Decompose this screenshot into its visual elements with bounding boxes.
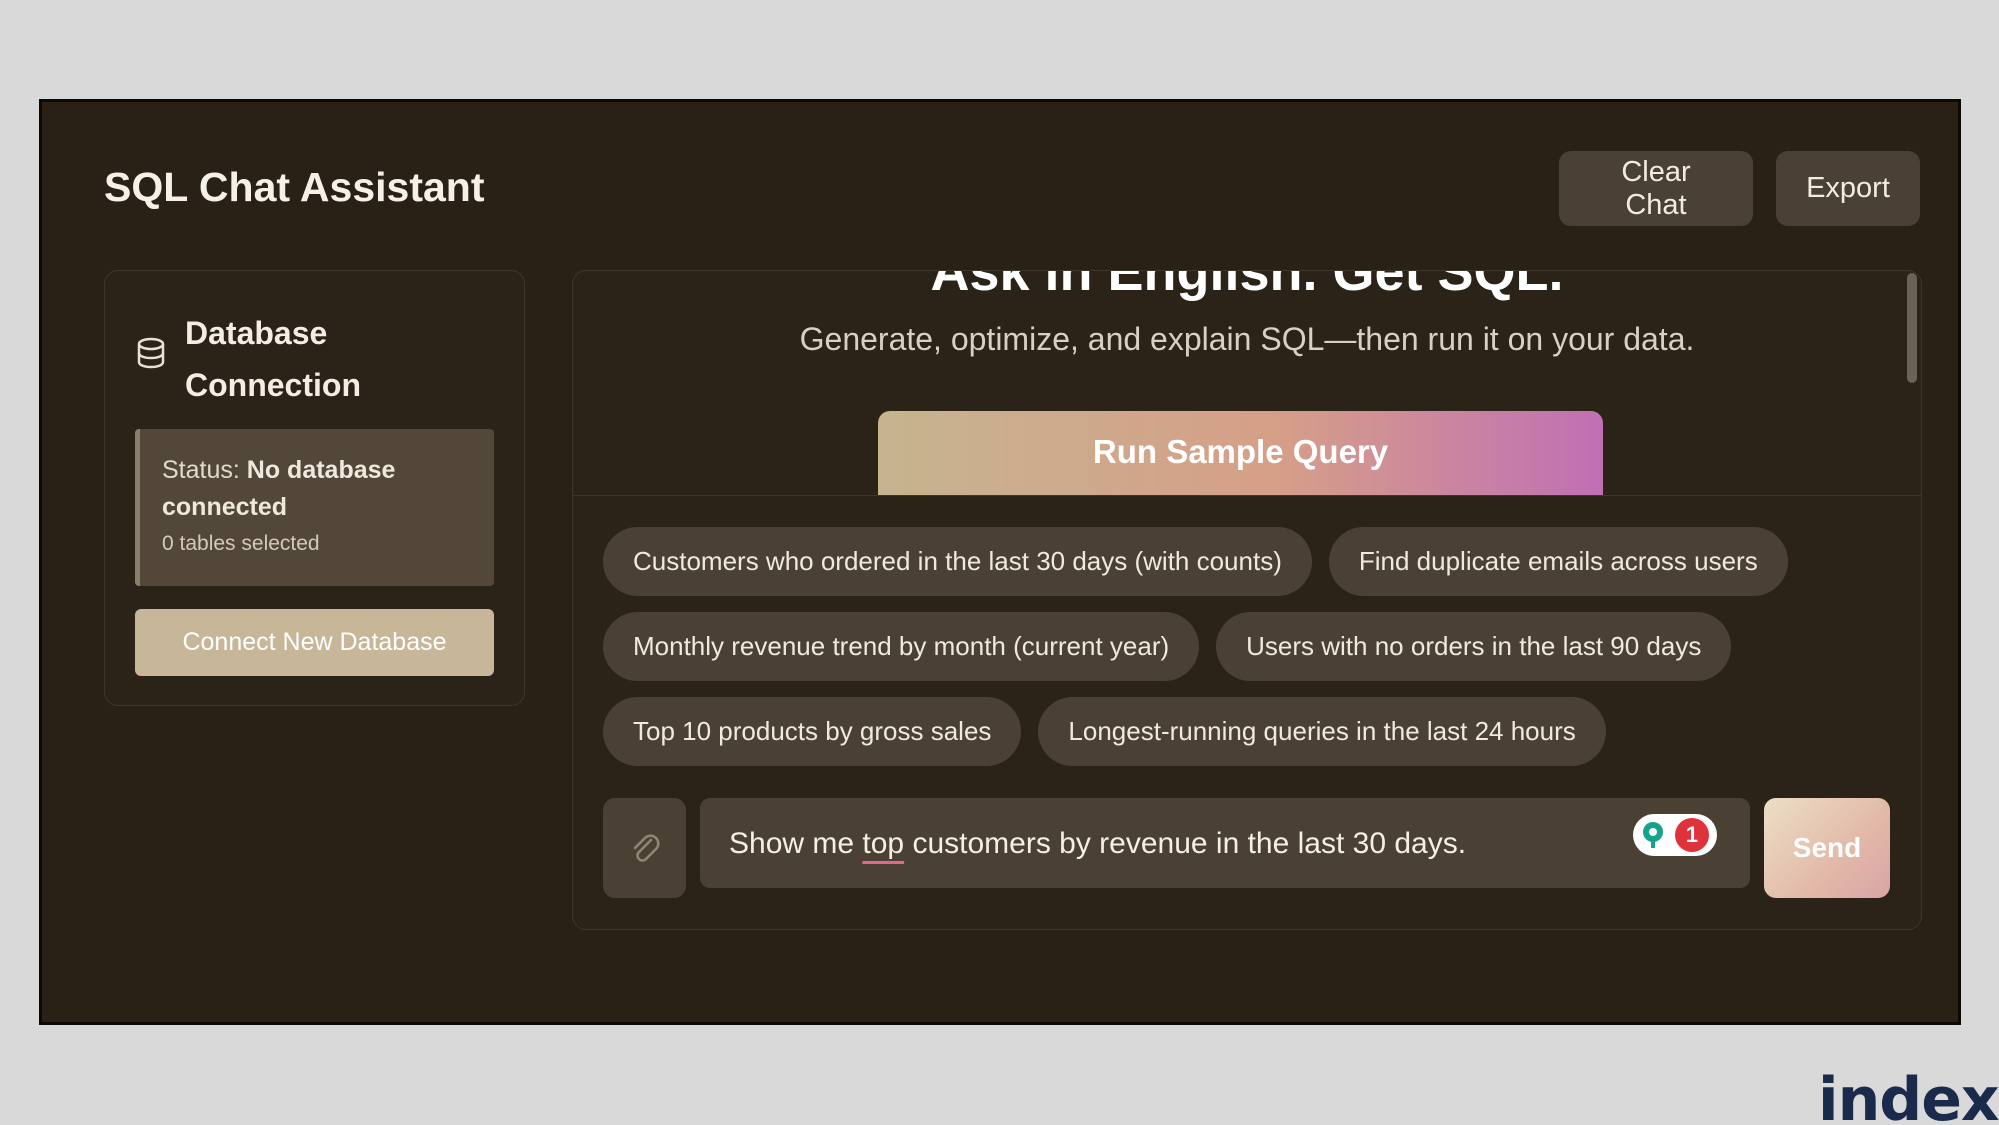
query-text-end: customers by revenue in the last 30 days… bbox=[904, 827, 1467, 860]
status-line: Status: No database connected bbox=[162, 452, 472, 526]
query-text-start: Show me bbox=[729, 827, 863, 860]
status-label: Status: bbox=[162, 456, 240, 484]
suggestion-chip[interactable]: Longest-running queries in the last 24 h… bbox=[1038, 697, 1606, 766]
chat-panel: Ask in English. Get SQL. Generate, optim… bbox=[572, 270, 1922, 930]
hero-section: Ask in English. Get SQL. Generate, optim… bbox=[573, 271, 1921, 496]
suggestion-chip[interactable]: Customers who ordered in the last 30 day… bbox=[603, 527, 1312, 596]
connection-status-box: Status: No database connected 0 tables s… bbox=[135, 429, 494, 586]
suggestion-chip[interactable]: Find duplicate emails across users bbox=[1328, 527, 1788, 596]
database-icon bbox=[137, 337, 165, 369]
suggestion-chip[interactable]: Monthly revenue trend by month (current … bbox=[603, 612, 1200, 681]
header: SQL Chat Assistant Clear Chat Export bbox=[42, 102, 1958, 277]
app-title: SQL Chat Assistant bbox=[104, 164, 485, 210]
hero-subtitle: Generate, optimize, and explain SQL—then… bbox=[799, 321, 1695, 357]
suggestion-chips: Customers who ordered in the last 30 day… bbox=[603, 527, 1843, 782]
clear-chat-button[interactable]: Clear Chat bbox=[1559, 151, 1753, 226]
suggestion-chip[interactable]: Users with no orders in the last 90 days bbox=[1216, 612, 1732, 681]
flagged-word[interactable]: top bbox=[862, 827, 904, 860]
lightbulb-icon bbox=[1643, 822, 1663, 848]
brand-text: index bbox=[1818, 1065, 1999, 1125]
grammar-issue-count: 1 bbox=[1675, 818, 1709, 852]
tables-selected-count: 0 tables selected bbox=[162, 532, 320, 555]
query-input-text[interactable]: Show me top customers by revenue in the … bbox=[729, 827, 1466, 861]
query-input[interactable]: Show me top customers by revenue in the … bbox=[700, 798, 1750, 888]
brand-logo: index. bbox=[1818, 1065, 1999, 1125]
attach-button[interactable] bbox=[603, 798, 686, 898]
database-connection-title: Database Connection bbox=[185, 315, 361, 403]
run-sample-query-button[interactable]: Run Sample Query bbox=[878, 411, 1603, 495]
send-button[interactable]: Send bbox=[1764, 798, 1890, 898]
paperclip-icon bbox=[633, 834, 660, 862]
app-window: SQL Chat Assistant Clear Chat Export Dat… bbox=[39, 99, 1961, 1025]
export-button[interactable]: Export bbox=[1776, 151, 1920, 226]
connect-new-database-button[interactable]: Connect New Database bbox=[135, 609, 494, 676]
suggestion-chip[interactable]: Top 10 products by gross sales bbox=[603, 697, 1022, 766]
grammar-check-badge[interactable]: 1 bbox=[1633, 814, 1717, 856]
database-connection-panel: Database Connection Status: No database … bbox=[104, 270, 525, 706]
hero-scrollbar[interactable] bbox=[1907, 273, 1917, 383]
hero-heading: Ask in English. Get SQL. bbox=[930, 271, 1564, 302]
composer: Show me top customers by revenue in the … bbox=[603, 798, 1893, 898]
